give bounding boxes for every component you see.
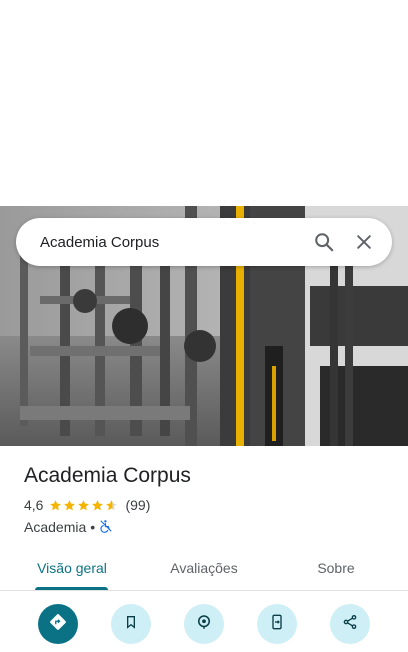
- star-rating: [49, 499, 119, 512]
- search-icon[interactable]: [304, 222, 344, 262]
- rating-row[interactable]: 4,6 (99): [24, 496, 394, 514]
- close-icon[interactable]: [344, 222, 384, 262]
- not-wheelchair-accessible-icon: [99, 519, 113, 536]
- tab-bar: Visão geral Avaliações Sobre: [0, 548, 408, 591]
- send-to-phone-icon: [269, 613, 285, 636]
- tab-label: Avaliações: [170, 560, 238, 576]
- tab-overview[interactable]: Visão geral: [0, 548, 144, 590]
- star-icon: [64, 499, 76, 510]
- star-icon: [50, 499, 62, 510]
- place-details: Academia Corpus 4,6 (99) Academia •: [24, 462, 394, 536]
- search-input[interactable]: Academia Corpus: [40, 234, 304, 251]
- star-icon: [92, 499, 104, 510]
- place-title: Academia Corpus: [24, 464, 191, 487]
- tab-about[interactable]: Sobre: [264, 548, 408, 588]
- save-button[interactable]: [111, 604, 151, 644]
- share-button[interactable]: [330, 604, 370, 644]
- action-bar: [0, 604, 408, 648]
- nearby-button[interactable]: [184, 604, 224, 644]
- tab-reviews[interactable]: Avaliações: [144, 548, 264, 588]
- category-row: Academia •: [24, 518, 394, 536]
- rating-value: 4,6: [24, 497, 44, 513]
- place-category: Academia: [24, 519, 87, 535]
- star-icon: [106, 499, 118, 510]
- bookmark-icon: [123, 614, 139, 635]
- directions-icon: [49, 613, 67, 636]
- active-tab-indicator: [35, 587, 108, 590]
- send-to-phone-button[interactable]: [257, 604, 297, 644]
- directions-button[interactable]: [38, 604, 78, 644]
- location-pin-icon: [195, 613, 213, 636]
- share-icon: [342, 614, 358, 635]
- separator-dot: •: [90, 519, 96, 535]
- star-icon: [78, 499, 90, 510]
- tab-label: Visão geral: [37, 560, 107, 576]
- tab-label: Sobre: [317, 560, 355, 576]
- review-count[interactable]: (99): [125, 497, 150, 513]
- search-bar[interactable]: Academia Corpus: [16, 218, 392, 266]
- map-area[interactable]: [0, 0, 408, 206]
